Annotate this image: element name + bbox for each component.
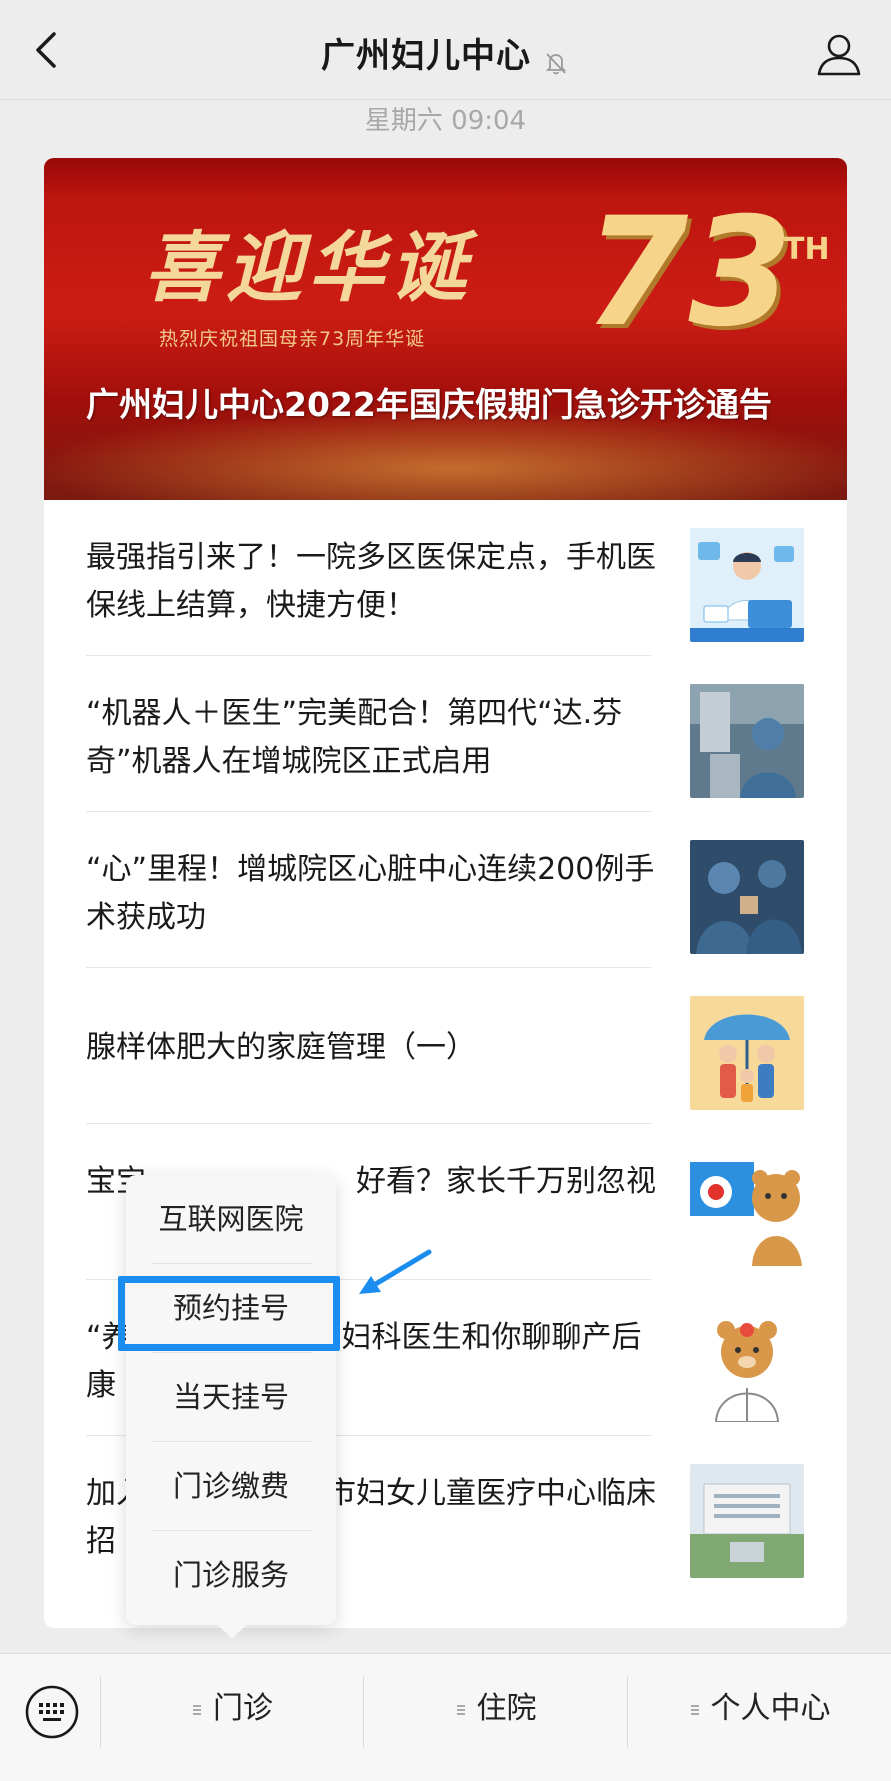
tab-label: 个人中心 [710, 1691, 831, 1726]
menu-lines-icon [690, 1704, 699, 1715]
highlight-box [118, 1276, 340, 1351]
article-title: 腺样体肥大的家庭管理（一） [86, 1030, 476, 1065]
message-timestamp: 星期六 09:04 [364, 106, 527, 136]
keyboard-icon[interactable] [24, 1684, 80, 1740]
outpatient-popup-menu: 互联网医院 预约挂号 当天挂号 门诊缴费 门诊服务 [126, 1175, 336, 1640]
banner-slogan: 喜迎华诞 [144, 223, 472, 312]
tab-label: 住院 [476, 1691, 537, 1726]
profile-icon[interactable] [815, 30, 863, 78]
list-item[interactable]: “心”里程！增城院区心脏中心连续200例手术获成功 [86, 812, 806, 968]
list-item[interactable]: “机器人＋医生”完美配合！第四代“达.芬奇”机器人在增城院区正式启用 [86, 656, 806, 812]
menu-item-outpatient-payment[interactable]: 门诊缴费 [126, 1442, 336, 1530]
header-title-wrap: 广州妇儿中心 [0, 28, 891, 77]
menu-lines-icon [456, 1704, 465, 1715]
menu-item-outpatient-service[interactable]: 门诊服务 [126, 1531, 336, 1619]
tab-inpatient[interactable]: 住院 [364, 1654, 627, 1764]
thumbnail-surgical-robot [690, 684, 804, 798]
tab-outpatient[interactable]: 门诊 [101, 1654, 363, 1764]
menu-item-internet-hospital[interactable]: 互联网医院 [126, 1175, 336, 1263]
article-title: “机器人＋医生”完美配合！第四代“达.芬奇”机器人在增城院区正式启用 [86, 696, 623, 779]
pointer-arrow-icon [359, 1249, 432, 1294]
thumbnail-bear-ear [690, 1152, 804, 1266]
bottom-menu-bar: 门诊 住院 个人中心 [0, 1653, 891, 1781]
banner-superscript: TH [784, 232, 830, 267]
list-item[interactable]: 腺样体肥大的家庭管理（一） [86, 968, 806, 1124]
thumbnail-surgery-team [690, 840, 804, 954]
article-title: “心”里程！增城院区心脏中心连续200例手术获成功 [86, 852, 655, 935]
mute-bell-icon [545, 52, 567, 74]
thumbnail-hospital-building [690, 1464, 804, 1578]
thumbnail-bear-doctor [690, 1308, 804, 1422]
banner-subtitle: 热烈庆祝祖国母亲73周年华诞 [159, 328, 426, 350]
menu-item-same-day-registration[interactable]: 当天挂号 [126, 1353, 336, 1441]
article-title: 最强指引来了！一院多区医保定点，手机医保线上结算，快捷方便！ [86, 540, 656, 623]
page-title: 广州妇儿中心 [320, 36, 531, 76]
thumbnail-family-umbrella [690, 996, 804, 1110]
list-item[interactable]: 最强指引来了！一院多区医保定点，手机医保线上结算，快捷方便！ [86, 500, 806, 656]
banner-title: 广州妇儿中心2022年国庆假期门急诊开诊通告 [86, 385, 772, 424]
menu-lines-icon [193, 1704, 201, 1715]
tab-label: 门诊 [213, 1691, 273, 1726]
thumbnail-doctor-laptop [690, 528, 804, 642]
banner-article[interactable]: 喜迎华诞 热烈庆祝祖国母亲73周年华诞 73 TH 广州妇儿中心2022年国庆假… [44, 158, 847, 500]
top-bar: 广州妇儿中心 [0, 0, 891, 100]
tab-personal-center[interactable]: 个人中心 [628, 1654, 891, 1764]
banner-number: 73 [584, 186, 793, 360]
